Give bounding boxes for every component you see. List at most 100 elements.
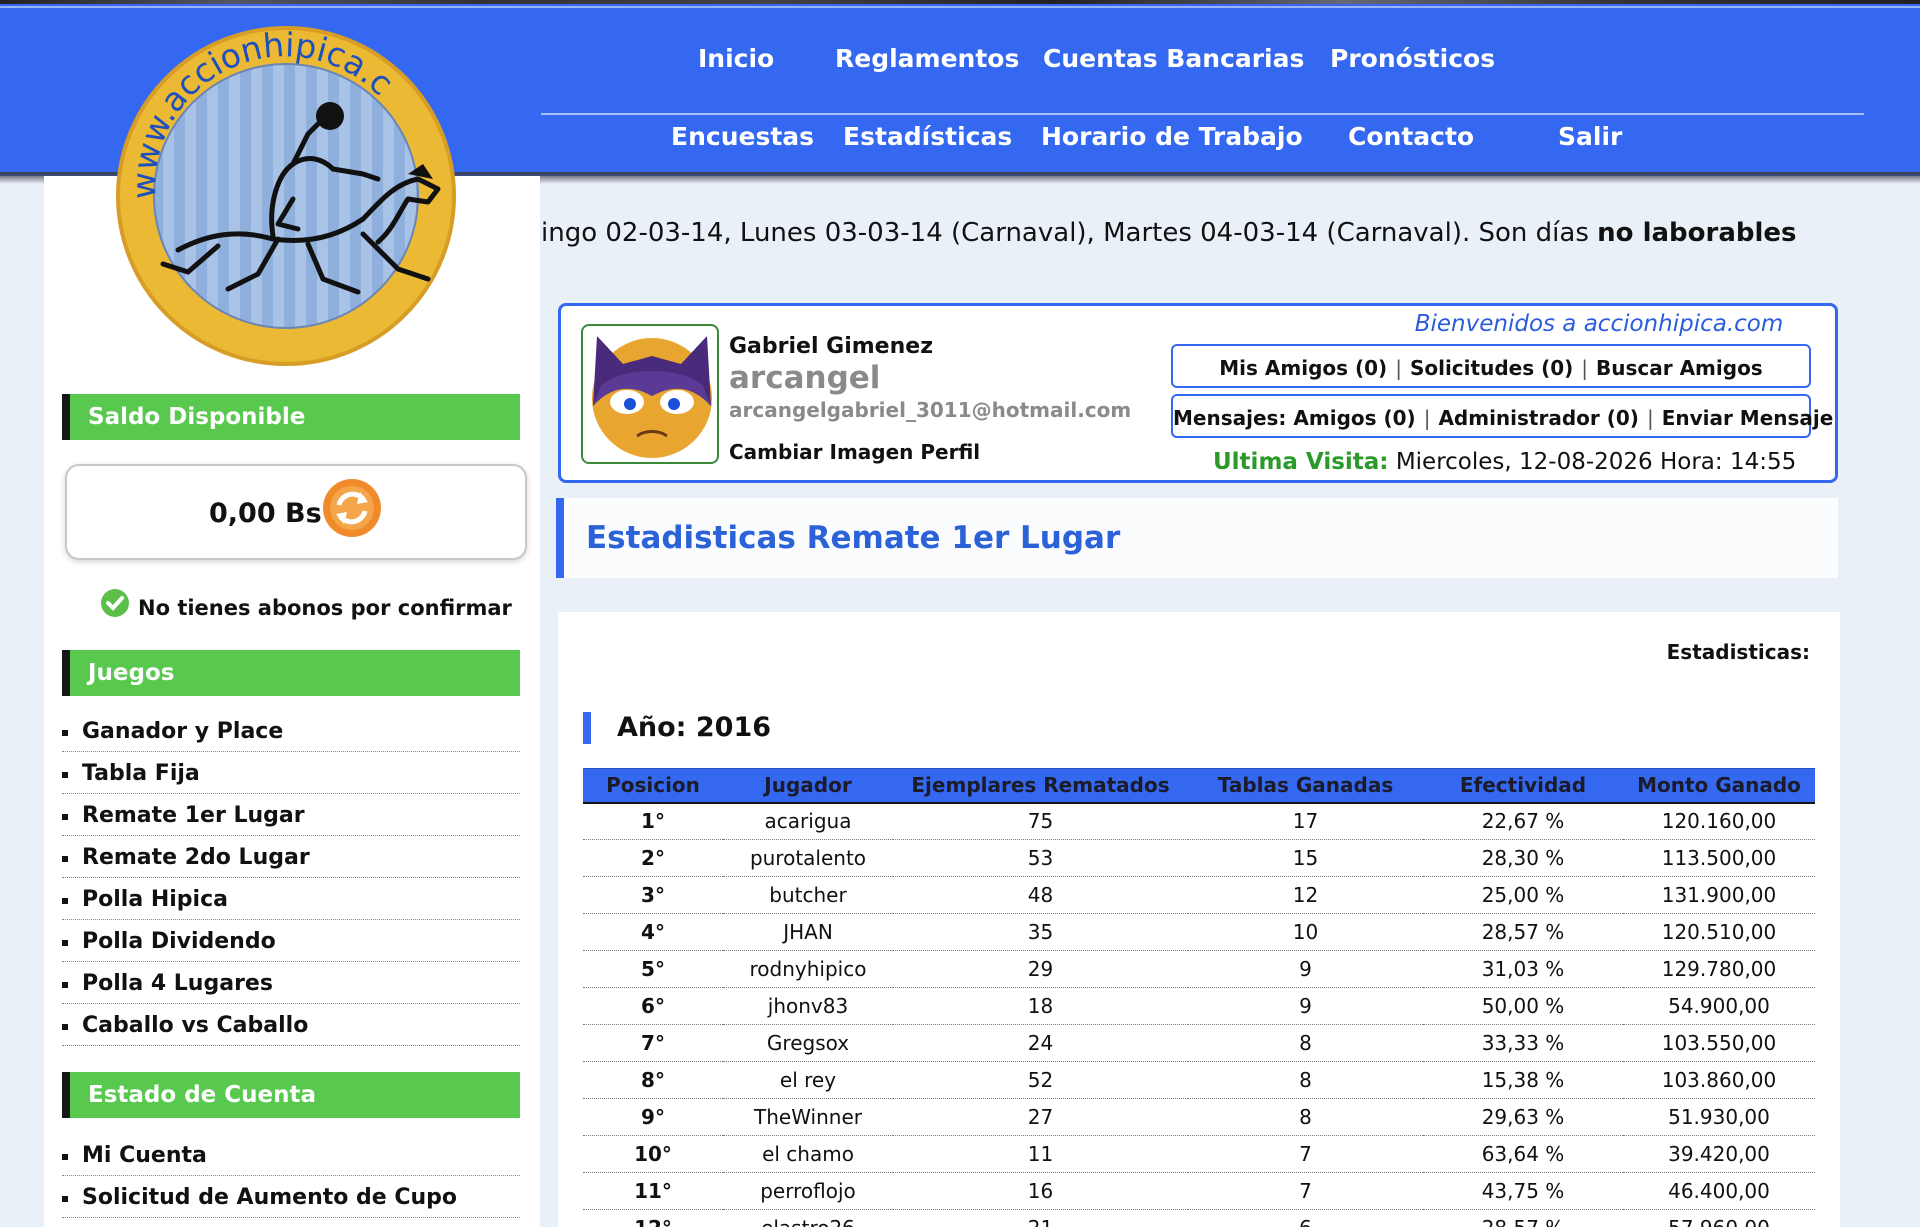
nav-pronosticos[interactable]: Pronósticos: [1330, 44, 1495, 73]
cell-player: el rey: [723, 1061, 893, 1099]
sidebar-item-caballo-vs-caballo[interactable]: Caballo vs Caballo: [62, 1004, 520, 1046]
col-tablas: Tablas Ganadas: [1188, 768, 1423, 804]
cell-player: JHAN: [723, 913, 893, 951]
cell-player: perroflojo: [723, 1172, 893, 1210]
cell-player: Gregsox: [723, 1024, 893, 1062]
sidebar-item-remate-1er-lugar[interactable]: Remate 1er Lugar: [62, 794, 520, 836]
nav-contacto[interactable]: Contacto: [1348, 122, 1474, 151]
cell-effectiveness: 28,57 %: [1423, 1209, 1623, 1227]
profile-name: Gabriel Gimenez: [729, 334, 933, 359]
table-row: 3° butcher 48 12 25,00 % 131.900,00: [583, 876, 1815, 914]
cell-effectiveness: 31,03 %: [1423, 950, 1623, 988]
cell-position: 3°: [583, 876, 723, 914]
table-row: 7° Gregsox 24 8 33,33 % 103.550,00: [583, 1024, 1815, 1062]
games-header: Juegos: [62, 650, 520, 696]
cell-effectiveness: 50,00 %: [1423, 987, 1623, 1025]
cell-position: 4°: [583, 913, 723, 951]
avatar[interactable]: [581, 324, 719, 464]
check-icon: [100, 588, 130, 618]
cell-horses-bid: 21: [893, 1209, 1188, 1227]
cell-tables-won: 15: [1188, 839, 1423, 877]
cell-player: TheWinner: [723, 1098, 893, 1136]
cell-horses-bid: 52: [893, 1061, 1188, 1099]
last-visit-label: Ultima Visita:: [1213, 449, 1389, 475]
cell-horses-bid: 16: [893, 1172, 1188, 1210]
cell-amount-won: 113.500,00: [1623, 839, 1815, 877]
cell-horses-bid: 29: [893, 950, 1188, 988]
refresh-icon[interactable]: [322, 478, 382, 538]
search-friends-link[interactable]: Buscar Amigos: [1596, 356, 1763, 380]
cell-horses-bid: 35: [893, 913, 1188, 951]
table-row: 1° acarigua 75 17 22,67 % 120.160,00: [583, 802, 1815, 840]
cell-effectiveness: 63,64 %: [1423, 1135, 1623, 1173]
balance-box: 0,00 Bs: [65, 464, 527, 560]
sidebar-item-tabla-fija[interactable]: Tabla Fija: [62, 752, 520, 794]
cell-position: 11°: [583, 1172, 723, 1210]
announcement-marquee: ingo 02-03-14, Lunes 03-03-14 (Carnaval)…: [541, 218, 1920, 254]
nav-encuestas[interactable]: Encuestas: [671, 122, 814, 151]
table-row: 11° perroflojo 16 7 43,75 % 46.400,00: [583, 1172, 1815, 1210]
nav-inicio[interactable]: Inicio: [698, 44, 774, 73]
cell-position: 9°: [583, 1098, 723, 1136]
sidebar-item-mi-cuenta[interactable]: Mi Cuenta: [62, 1134, 520, 1176]
games-list: Ganador y Place Tabla Fija Remate 1er Lu…: [62, 710, 520, 1046]
sidebar-item-polla-dividendo[interactable]: Polla Dividendo: [62, 920, 520, 962]
profile-card: Gabriel Gimenez arcangel arcangelgabriel…: [558, 303, 1838, 483]
cell-amount-won: 57.960,00: [1623, 1209, 1815, 1227]
friends-box: Mis Amigos (0) | Solicitudes (0) | Buscar Am…: [1171, 344, 1811, 388]
cell-effectiveness: 28,57 %: [1423, 913, 1623, 951]
messages-friends-link[interactable]: Mensajes: Amigos (0): [1173, 406, 1416, 430]
table-row: 8° el rey 52 8 15,38 % 103.860,00: [583, 1061, 1815, 1099]
site-logo[interactable]: www.accionhipica.com: [92, 0, 464, 370]
cell-player: purotalento: [723, 839, 893, 877]
sidebar-item-aumento-de-cupo[interactable]: Solicitud de Aumento de Cupo: [62, 1176, 520, 1218]
cell-player: butcher: [723, 876, 893, 914]
cell-horses-bid: 24: [893, 1024, 1188, 1062]
messages-box: Mensajes: Amigos (0) | Administrador (0) | E…: [1171, 394, 1833, 438]
nav-horario-de-trabajo[interactable]: Horario de Trabajo: [1041, 122, 1303, 151]
table-row: 6° jhonv83 18 9 50,00 % 54.900,00: [583, 987, 1815, 1025]
cell-horses-bid: 11: [893, 1135, 1188, 1173]
last-visit-value: Miercoles, 12-08-2026 Hora: 14:55: [1395, 449, 1797, 475]
statistics-table: Posicion Jugador Ejemplares Rematados Ta…: [583, 768, 1815, 1227]
cell-tables-won: 6: [1188, 1209, 1423, 1227]
table-body: 1° acarigua 75 17 22,67 % 120.160,00 2° purotal…: [583, 802, 1815, 1227]
nav-divider: [541, 113, 1864, 115]
cell-effectiveness: 43,75 %: [1423, 1172, 1623, 1210]
cell-effectiveness: 28,30 %: [1423, 839, 1623, 877]
sidebar-item-polla-4-lugares[interactable]: Polla 4 Lugares: [62, 962, 520, 1004]
welcome-text: Bienvenidos a accionhipica.com: [1414, 311, 1784, 337]
statistics-panel: Estadisticas: Año: 2016 Posicion Jugador…: [558, 612, 1840, 1227]
cell-player: acarigua: [723, 802, 893, 840]
send-message-link[interactable]: Enviar Mensaje: [1662, 406, 1834, 430]
profile-username: arcangel: [729, 360, 881, 396]
pending-deposits-text: No tienes abonos por confirmar: [138, 596, 512, 620]
marquee-bold-text: no laborables: [1597, 218, 1797, 248]
nav-cuentas-bancarias[interactable]: Cuentas Bancarias: [1043, 44, 1304, 73]
cell-tables-won: 7: [1188, 1172, 1423, 1210]
cell-amount-won: 39.420,00: [1623, 1135, 1815, 1173]
cell-amount-won: 103.860,00: [1623, 1061, 1815, 1099]
change-profile-image-link[interactable]: Cambiar Imagen Perfil: [729, 440, 980, 464]
nav-reglamentos[interactable]: Reglamentos: [835, 44, 1019, 73]
table-row: 12°elastro2621628,57 %57.960,00: [583, 1209, 1815, 1227]
cell-position: 2°: [583, 839, 723, 877]
nav-estadisticas[interactable]: Estadísticas: [843, 122, 1012, 151]
cell-amount-won: 46.400,00: [1623, 1172, 1815, 1210]
profile-email: arcangelgabriel_3011@hotmail.com: [729, 398, 1132, 422]
cell-horses-bid: 18: [893, 987, 1188, 1025]
my-friends-link[interactable]: Mis Amigos (0): [1219, 356, 1387, 380]
col-jugador: Jugador: [723, 768, 893, 804]
col-monto: Monto Ganado: [1623, 768, 1815, 804]
requests-link[interactable]: Solicitudes (0): [1410, 356, 1573, 380]
year-heading: Año: 2016: [583, 712, 771, 744]
sidebar-item-polla-hipica[interactable]: Polla Hipica: [62, 878, 520, 920]
sidebar-item-ganador-y-place[interactable]: Ganador y Place: [62, 710, 520, 752]
table-row: 4° JHAN 35 10 28,57 % 120.510,00: [583, 913, 1815, 951]
admin-messages-link[interactable]: Administrador (0): [1438, 406, 1639, 430]
cell-tables-won: 8: [1188, 1098, 1423, 1136]
page-title: Estadisticas Remate 1er Lugar: [556, 498, 1838, 578]
sidebar-item-remate-2do-lugar[interactable]: Remate 2do Lugar: [62, 836, 520, 878]
nav-salir[interactable]: Salir: [1558, 122, 1622, 151]
balance-amount: 0,00 Bs: [209, 498, 322, 529]
